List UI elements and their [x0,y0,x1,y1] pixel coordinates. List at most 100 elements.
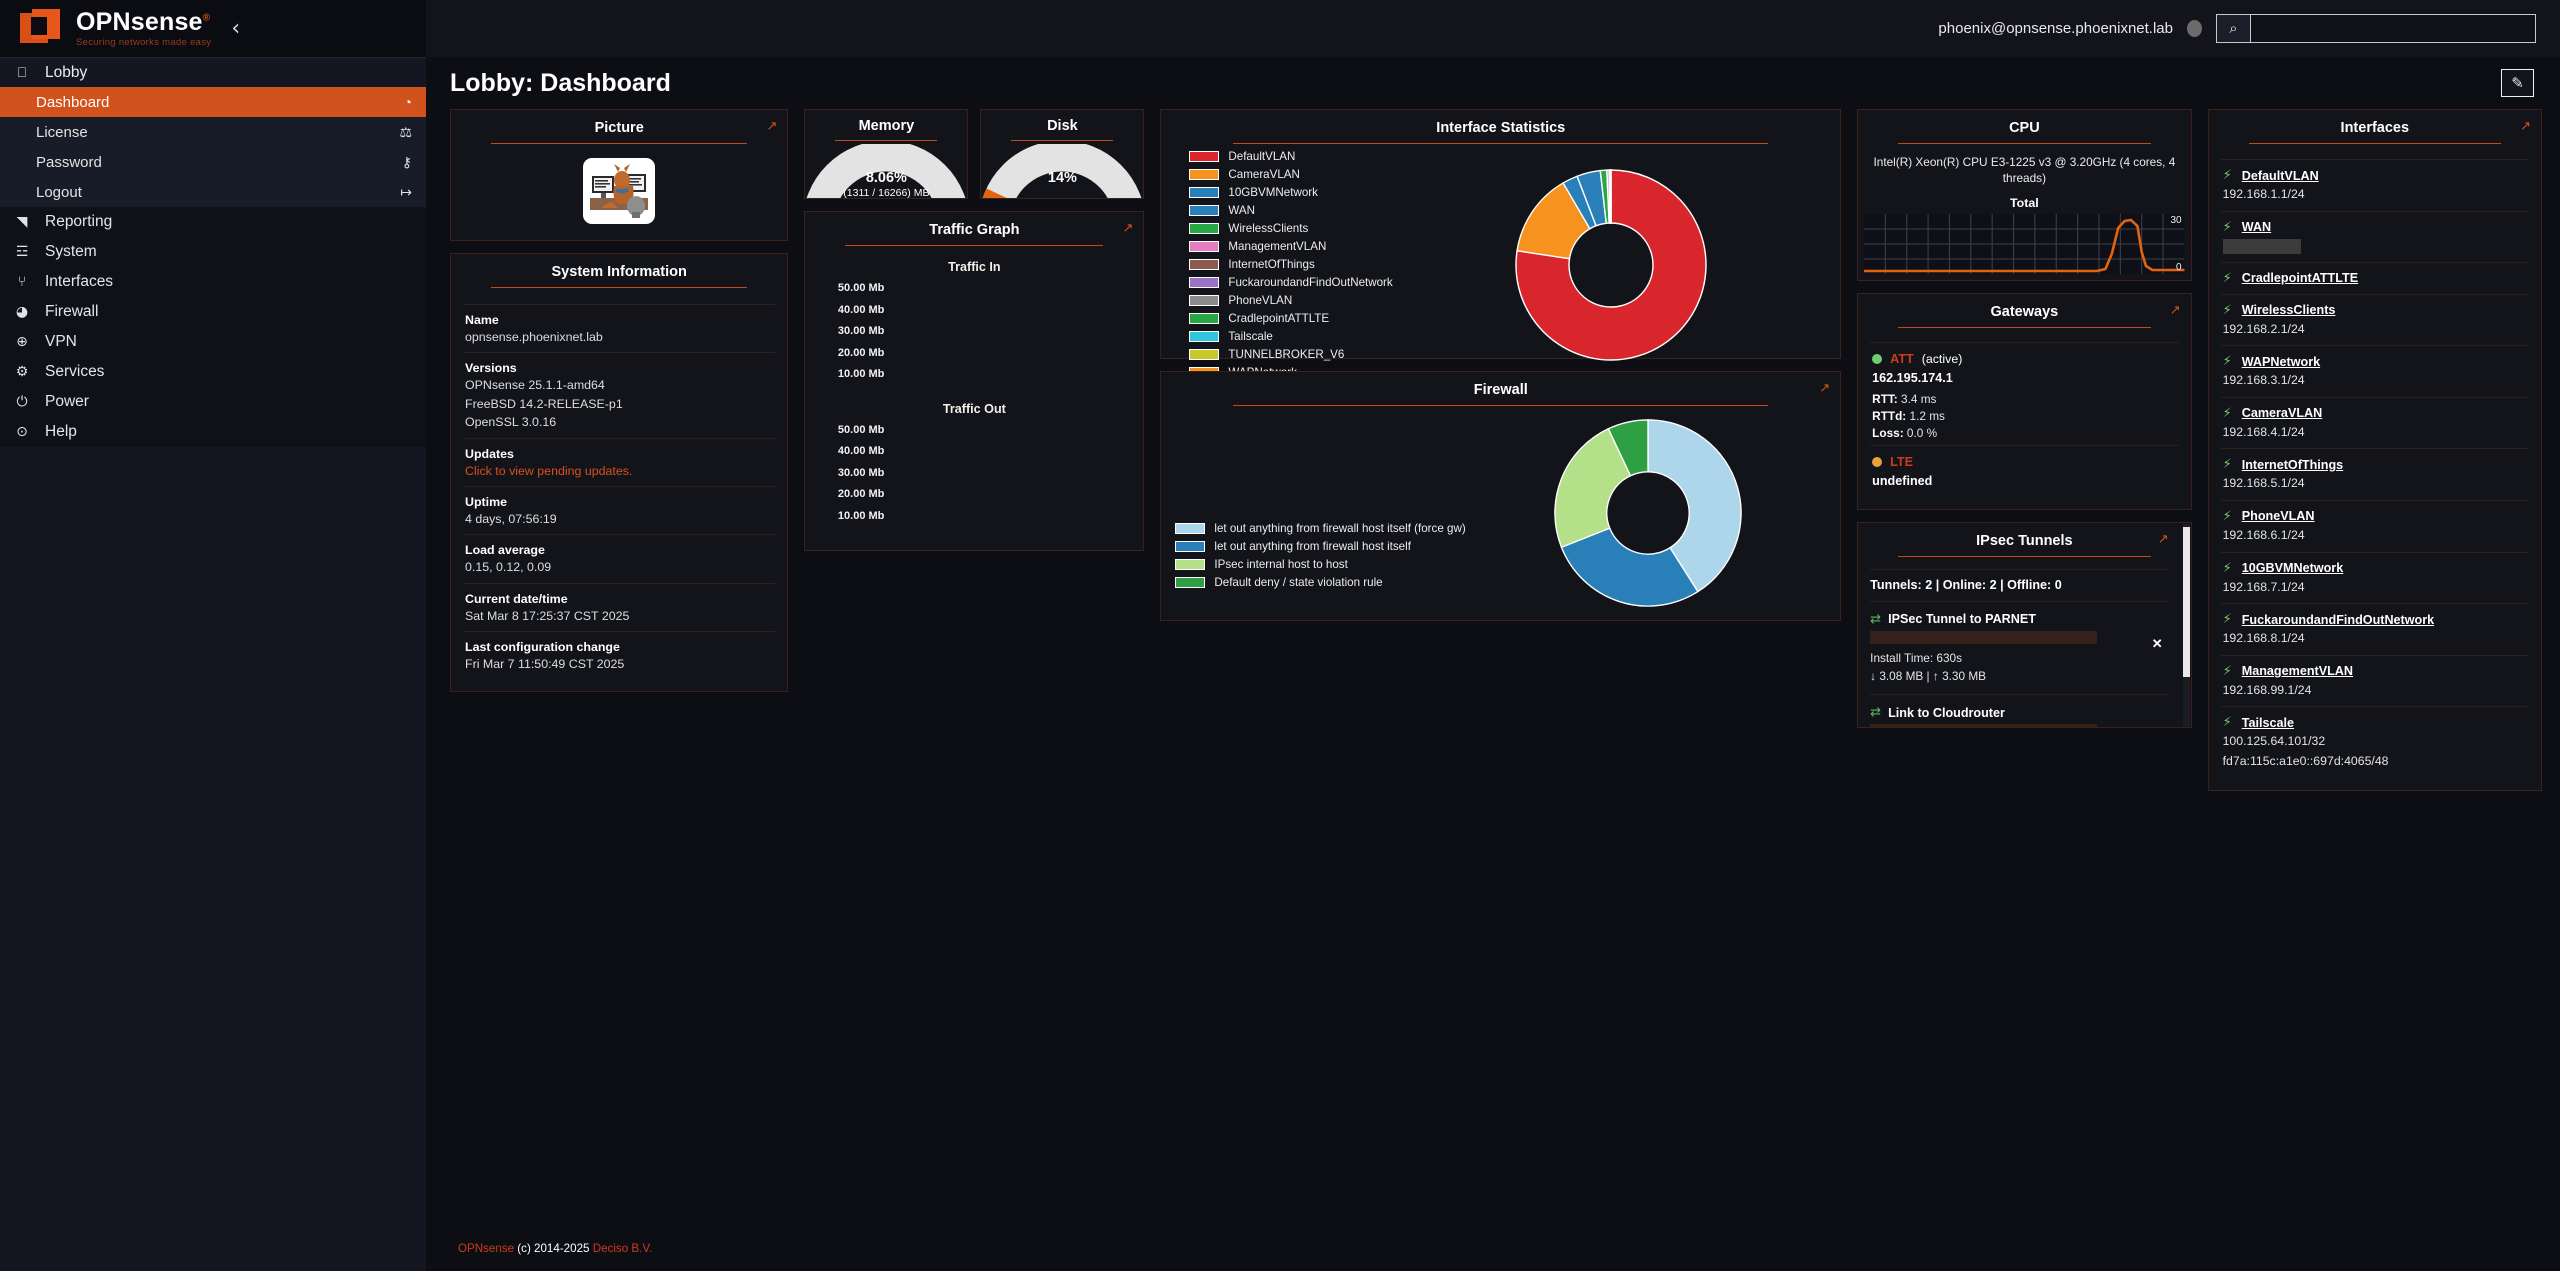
system-info-key: Load average [465,543,773,557]
legend-item[interactable]: 10GBVMNetwork [1189,186,1392,199]
interfaces-panel-title: Interfaces [2221,120,2529,136]
sidebar-collapse-icon[interactable]: ‹ [231,16,240,41]
interface-name[interactable]: DefaultVLAN [2242,169,2319,183]
legend-item[interactable]: ManagementVLAN [1189,240,1392,253]
sidebar-item-password[interactable]: Password⚷ [0,147,426,177]
legend-item[interactable]: let out anything from firewall host itse… [1175,522,1465,535]
sidebar-item-reporting[interactable]: ◥Reporting [0,207,426,237]
tunnel-close-button[interactable]: ✕ [2152,636,2163,652]
disk-gauge-text: 14% [981,170,1143,186]
legend-item[interactable]: let out anything from firewall host itse… [1175,540,1465,553]
sidebar-item-label: System [45,243,97,261]
interface-name[interactable]: PhoneVLAN [2242,509,2315,523]
tunnel-traffic: ↓ 3.08 MB | ↑ 3.30 MB [1870,668,2168,686]
sidebar-item-interfaces[interactable]: ⑂Interfaces [0,267,426,297]
interface-header: ⚡ManagementVLAN [2223,664,2527,679]
tunnel-name: IPSec Tunnel to PARNET [1888,612,2036,626]
search-input[interactable] [2251,15,2535,42]
legend-item[interactable]: InternetOfThings [1189,258,1392,271]
avatar[interactable] [2187,20,2202,37]
sidebar-item-lobby[interactable]: ⎕ Lobby [0,57,426,87]
edit-dashboard-button[interactable]: ✎ [2501,69,2534,97]
gateway-name[interactable]: ATT [1890,352,1914,366]
footer-brand[interactable]: OPNsense [458,1242,514,1255]
interface-header: ⚡WAPNetwork [2223,354,2527,369]
legend-item[interactable]: FuckaroundandFindOutNetwork [1189,276,1392,289]
legend-item[interactable]: Default deny / state violation rule [1175,576,1465,589]
legend-item[interactable]: WAN [1189,204,1392,217]
picture-panel-title: Picture [463,120,775,136]
ipsec-tunnels-panel: IPsec Tunnels ↗ Tunnels: 2 | Online: 2 |… [1857,522,2191,728]
legend-item[interactable]: Tailscale [1189,330,1392,343]
legend-item[interactable]: CradlepointATTLTE [1189,312,1392,325]
sidebar-item-dashboard[interactable]: Dashboard◔ [0,87,426,117]
reporting-icon: ◥ [12,214,32,230]
memory-percent: 8.06% [805,170,967,186]
brand-header[interactable]: OPNsense® Securing networks made easy ‹ [0,0,426,57]
axis-tick: 50.00 Mb [817,424,889,446]
sidebar-item-logout[interactable]: Logout↦ [0,177,426,207]
interface-name[interactable]: WirelessClients [2242,303,2336,317]
body-row: OPNsense® Securing networks made easy ‹ … [0,0,2560,1271]
legend-swatch [1189,169,1219,180]
interface-name[interactable]: Tailscale [2242,716,2294,730]
interface-item: ⚡CameraVLAN192.168.4.1/24 [2221,398,2529,450]
legend-swatch [1189,223,1219,234]
sidebar-item-power[interactable]: ⏻Power [0,387,426,417]
sidebar-item-system[interactable]: ☲System [0,237,426,267]
interface-name[interactable]: 10GBVMNetwork [2242,561,2343,575]
cpu-axis-top: 30 [2170,215,2181,226]
brand-name: OPNsense [76,8,203,36]
interface-name[interactable]: ManagementVLAN [2242,664,2353,678]
sidebar-item-vpn[interactable]: ⊕VPN [0,327,426,357]
interface-name[interactable]: WAPNetwork [2242,355,2320,369]
ipsec-external-link-icon[interactable]: ↗ [2158,532,2169,545]
system-info-value[interactable]: Click to view pending updates. [465,463,773,479]
sidebar-item-label: Help [45,423,77,441]
footer-company[interactable]: Deciso B.V. [593,1242,653,1255]
picture-external-link-icon[interactable]: ↗ [766,119,777,132]
system-info-value: OPNsense 25.1.1-amd64 [465,377,773,393]
sidebar-item-firewall[interactable]: ◕Firewall [0,297,426,327]
interface-header: ⚡WirelessClients [2223,303,2527,318]
search-icon[interactable]: ⌕ [2217,15,2251,42]
logout-icon: ↦ [400,184,412,201]
legend-swatch [1189,205,1219,216]
interface-name[interactable]: CameraVLAN [2242,406,2323,420]
ipsec-scrollbar-thumb[interactable] [2183,527,2190,677]
sidebar-item-services[interactable]: ⚙Services [0,357,426,387]
interface-name[interactable]: CradlepointATTLTE [2242,271,2358,285]
legend-item[interactable]: DefaultVLAN [1189,150,1392,163]
traffic-graph-external-link-icon[interactable]: ↗ [1122,221,1133,234]
legend-item[interactable]: TUNNELBROKER_V6 [1189,348,1392,361]
legend-item[interactable]: IPsec internal host to host [1175,558,1465,571]
sidebar-item-license[interactable]: License⚖ [0,117,426,147]
sidebar-item-label: Interfaces [45,273,113,291]
legend-label: IPsec internal host to host [1214,558,1347,571]
cpu-total-label: Total [1864,196,2184,210]
firewall-icon: ◕ [12,304,32,320]
gateways-external-link-icon[interactable]: ↗ [2170,303,2181,316]
sidebar-item-help[interactable]: ⊙Help [0,417,426,447]
system-info-row: Uptime4 days, 07:56:19 [463,487,775,535]
gateway-name[interactable]: LTE [1890,455,1913,469]
interfaces-external-link-icon[interactable]: ↗ [2520,119,2531,132]
legend-item[interactable]: PhoneVLAN [1189,294,1392,307]
system-info-row: UpdatesClick to view pending updates. [463,439,775,487]
legend-item[interactable]: CameraVLAN [1189,168,1392,181]
sidebar-subitem-label: License [36,124,88,141]
interface-header: ⚡DefaultVLAN [2223,168,2527,183]
column-left: Picture ↗ [450,109,788,692]
legend-swatch [1175,523,1205,534]
interface-name[interactable]: FuckaroundandFindOutNetwork [2242,613,2434,627]
system-info-value: 4 days, 07:56:19 [465,511,773,527]
interface-name[interactable]: WAN [2242,220,2271,234]
interface-item: ⚡WirelessClients 192.168.2.1/24 [2221,295,2529,347]
legend-item[interactable]: WirelessClients [1189,222,1392,235]
main-area: phoenix@opnsense.phoenixnet.lab ⌕ Lobby:… [426,0,2560,1271]
disk-percent: 14% [981,170,1143,186]
interface-name[interactable]: InternetOfThings [2242,458,2343,472]
interface-address: 192.168.2.1/24 [2223,321,2527,338]
firewall-external-link-icon[interactable]: ↗ [1819,381,1830,394]
legend-label: TUNNELBROKER_V6 [1228,348,1344,361]
